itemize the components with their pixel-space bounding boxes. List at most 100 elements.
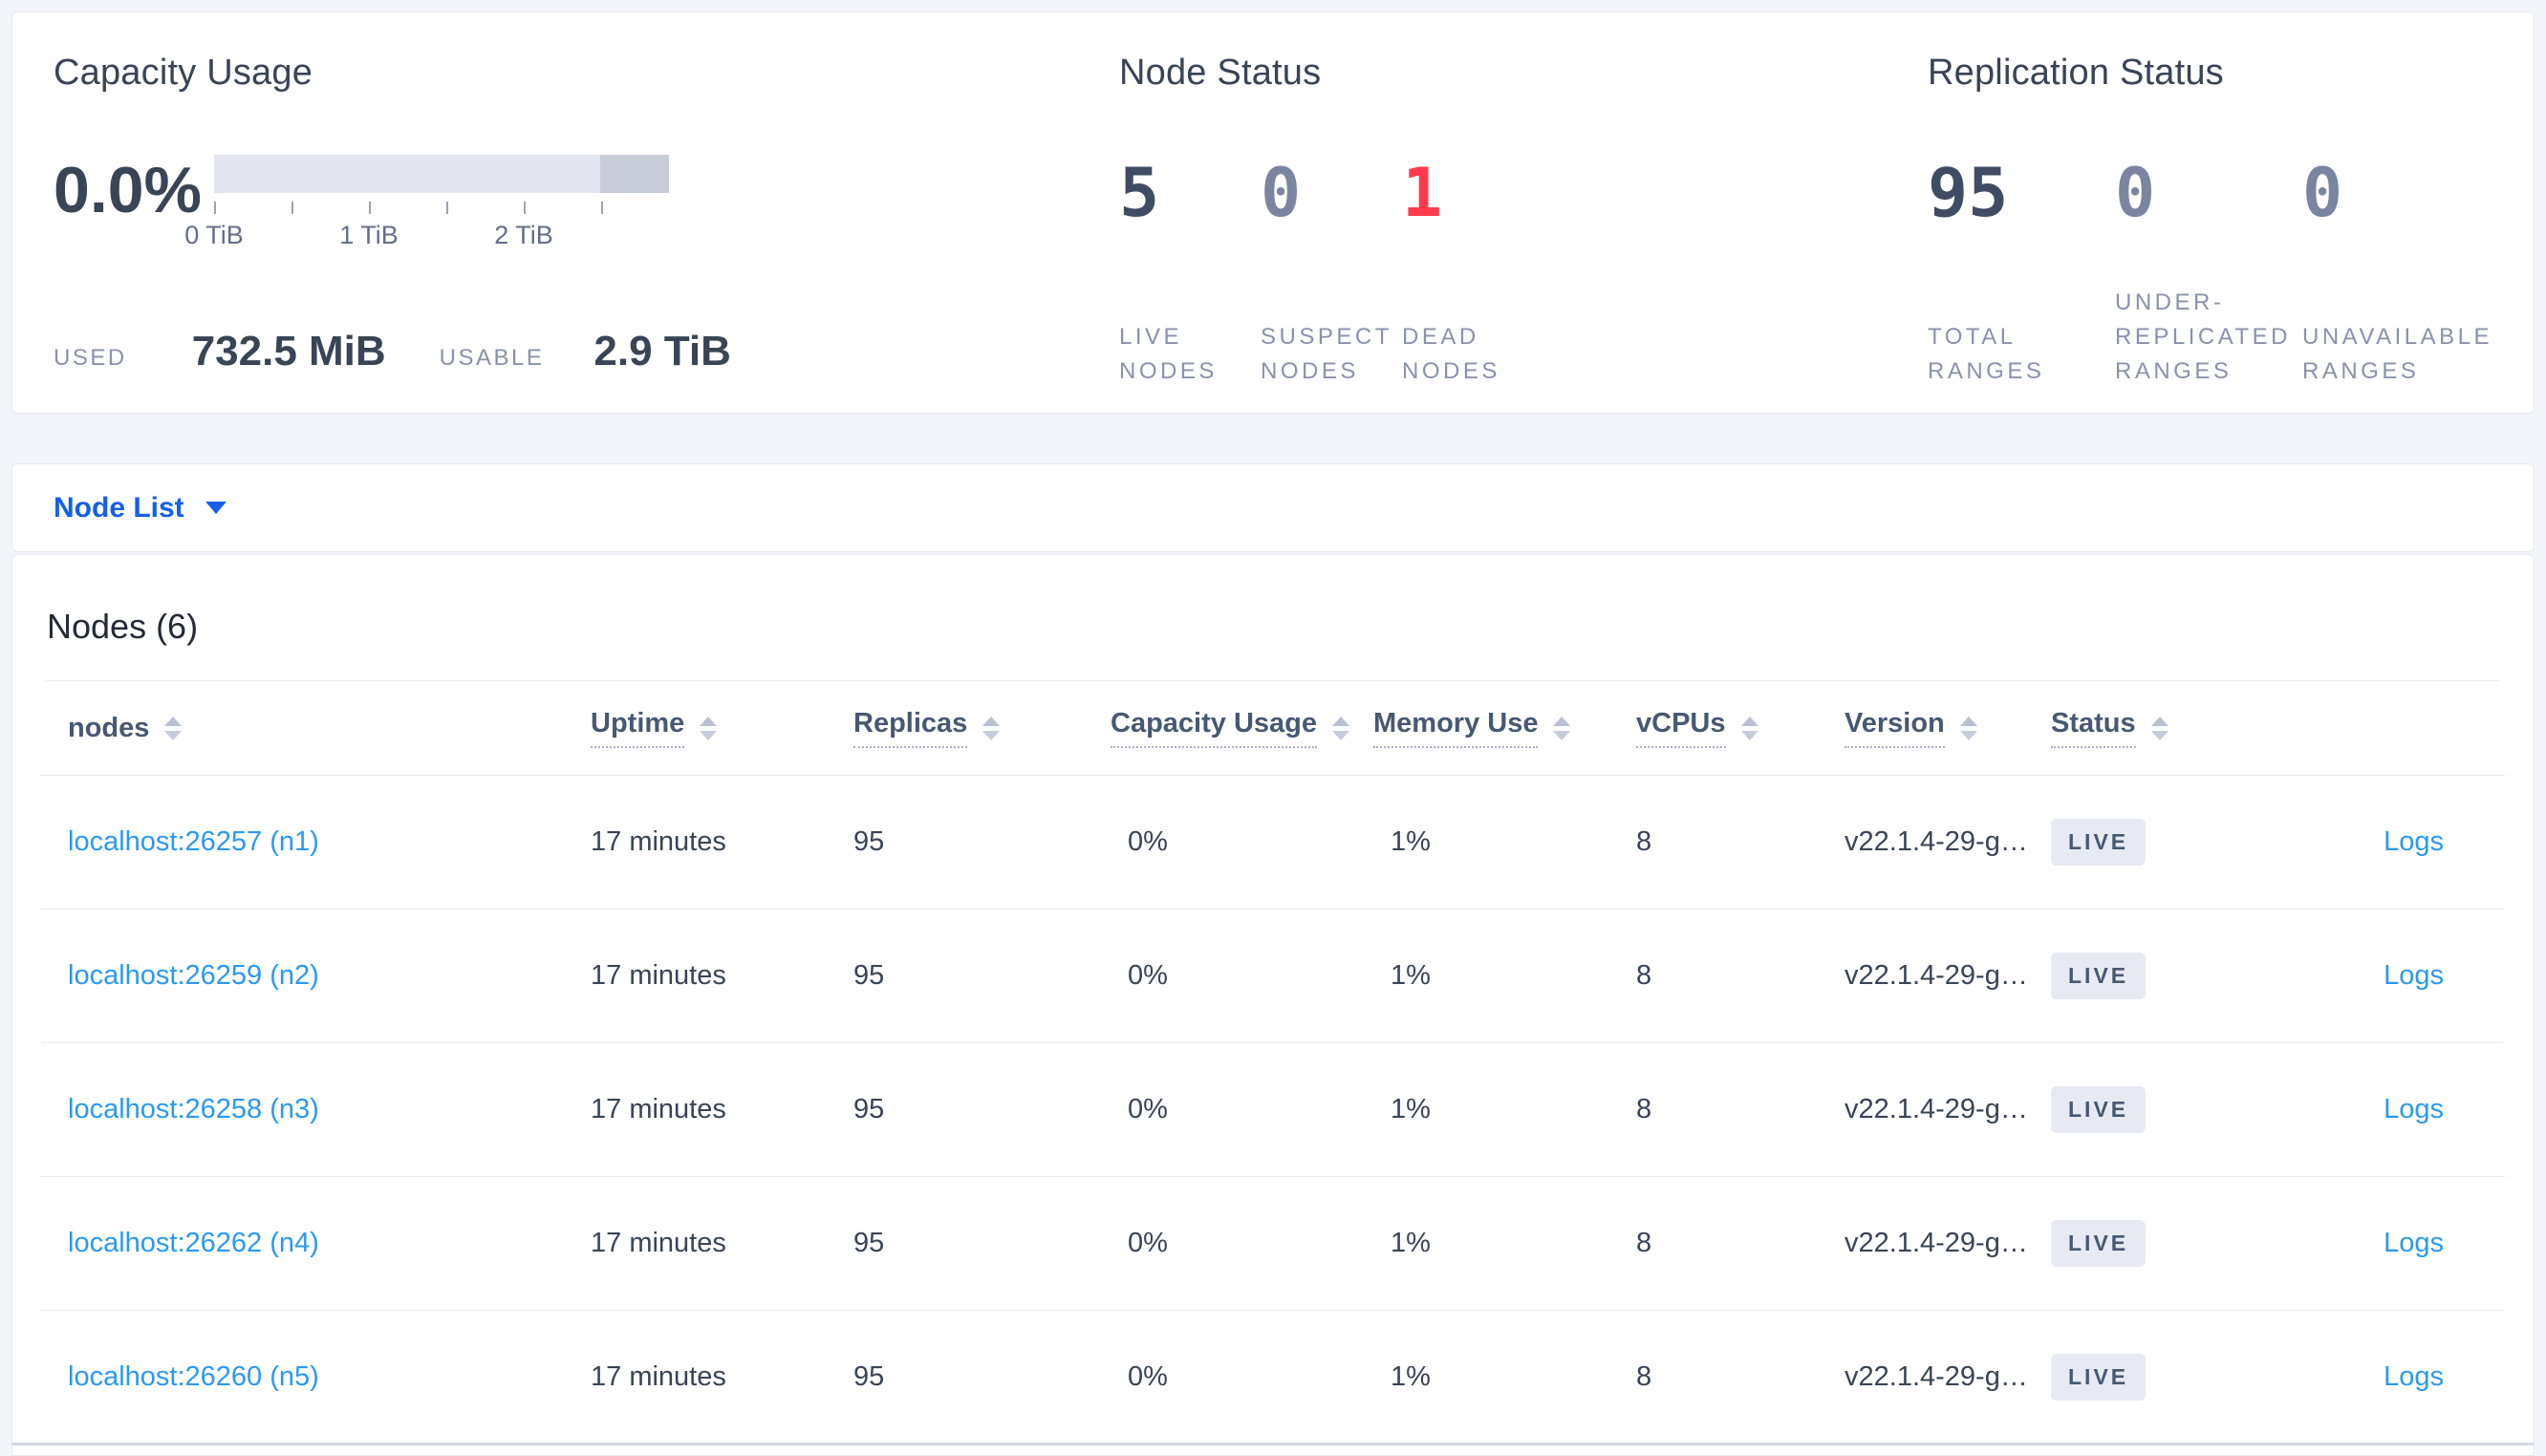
status-badge: LIVE [2051,819,2147,866]
uptime-cell: 17 minutes [591,1228,726,1258]
node-link[interactable]: localhost:26259 (n2) [68,960,319,991]
capacity-usage-cell: 0% [1128,1094,1168,1124]
nodes-table-panel: Nodes (6) nodes Uptime Replicas Capacity… [11,554,2535,1456]
axis-tick [524,202,526,214]
live-nodes-label: LIVE NODES [1119,324,1218,384]
status-badge: LIVE [2051,1354,2147,1401]
version-cell: v22.1.4-29-g… [1845,960,2028,991]
replicas-cell: 95 [853,1094,885,1124]
node-status-section: Node Status 5 0 1 LIVE NODES SUSPECT NOD… [1119,12,1922,413]
vcpus-cell: 8 [1636,960,1652,991]
version-cell: v22.1.4-29-g… [1845,1094,2028,1124]
memory-use-cell: 1% [1391,1094,1431,1124]
sort-icon[interactable] [1332,716,1349,740]
logs-link[interactable]: Logs [2384,960,2444,991]
cluster-summary-panel: Capacity Usage 0.0% 0 TiB 1 TiB 2 TiB US… [11,11,2535,414]
node-status-title: Node Status [1119,53,1322,93]
memory-use-cell: 1% [1391,1228,1431,1258]
unavailable-ranges-label: UNAVAILABLE RANGES [2302,324,2493,384]
table-row: localhost:26258 (n3) 17 minutes 95 0% 1%… [41,1043,2505,1177]
sort-icon[interactable] [700,716,718,740]
column-header-version[interactable]: Version [1845,708,1945,748]
axis-tick [369,202,371,214]
axis-tick [214,202,216,214]
uptime-cell: 17 minutes [591,1361,726,1392]
table-row: localhost:26262 (n4) 17 minutes 95 0% 1%… [41,1177,2505,1311]
logs-link[interactable]: Logs [2384,1361,2444,1392]
table-row: localhost:26257 (n1) 17 minutes 95 0% 1%… [41,776,2505,910]
replicas-cell: 95 [853,1228,885,1258]
sort-icon[interactable] [1553,716,1571,740]
table-row: localhost:26259 (n2) 17 minutes 95 0% 1%… [41,910,2505,1043]
replicas-cell: 95 [853,826,885,857]
version-cell: v22.1.4-29-g… [1845,1361,2028,1392]
version-cell: v22.1.4-29-g… [1845,1228,2028,1258]
capacity-usage-cell: 0% [1128,1228,1168,1258]
sort-icon[interactable] [1740,716,1758,740]
replication-status-section: Replication Status 95 0 0 TOTAL RANGES U… [1928,12,2539,413]
memory-use-cell: 1% [1391,1361,1431,1392]
sort-icon[interactable] [164,716,183,740]
column-header-nodes[interactable]: nodes [68,713,149,744]
status-badge: LIVE [2051,1086,2147,1133]
total-ranges-label: TOTAL RANGES [1928,324,2045,384]
under-replicated-ranges-label: UNDER-REPLICATED RANGES [2115,289,2291,384]
uptime-cell: 17 minutes [591,960,726,991]
axis-tick-label: 0 TiB [184,221,244,249]
total-ranges-count: 95 [1928,154,2009,232]
node-link[interactable]: localhost:26257 (n1) [68,826,319,857]
column-header-vcpus[interactable]: vCPUs [1636,708,1726,748]
capacity-usage-cell: 0% [1128,1361,1168,1392]
uptime-cell: 17 minutes [591,1094,726,1124]
capacity-bar-reserved-segment [600,155,669,193]
unavailable-ranges-count: 0 [2302,154,2343,232]
capacity-used-usable-row: USED 732.5 MiB USABLE 2.9 TiB [54,328,731,375]
replicas-cell: 95 [853,1361,885,1392]
capacity-usage-cell: 0% [1128,960,1168,991]
column-header-memory-use[interactable]: Memory Use [1373,708,1539,748]
replicas-cell: 95 [853,960,885,991]
used-value: 732.5 MiB [191,328,386,375]
capacity-usage-title: Capacity Usage [54,53,313,93]
capacity-bar-chart [214,155,669,193]
node-link[interactable]: localhost:26262 (n4) [68,1228,319,1258]
suspect-nodes-label: SUSPECT NODES [1261,324,1392,384]
memory-use-cell: 1% [1391,960,1431,991]
replication-status-title: Replication Status [1928,53,2224,93]
sort-icon[interactable] [1959,716,1977,740]
uptime-cell: 17 minutes [591,826,726,857]
column-header-capacity-usage[interactable]: Capacity Usage [1111,708,1317,748]
chevron-down-icon[interactable] [205,502,227,514]
axis-tick-label: 2 TiB [494,221,553,249]
nodes-section-title: Nodes (6) [47,607,199,646]
table-bottom-divider [12,1443,2534,1445]
suspect-nodes-count: 0 [1261,154,1302,232]
vcpus-cell: 8 [1636,1361,1652,1392]
logs-link[interactable]: Logs [2384,826,2444,857]
sort-icon[interactable] [982,716,1001,740]
capacity-usage-section: Capacity Usage 0.0% 0 TiB 1 TiB 2 TiB US… [54,12,1105,413]
column-header-replicas[interactable]: Replicas [853,708,968,748]
sort-icon[interactable] [2150,716,2168,740]
vcpus-cell: 8 [1636,1094,1652,1124]
vcpus-cell: 8 [1636,1228,1652,1258]
usable-value: 2.9 TiB [593,328,731,375]
status-badge: LIVE [2051,953,2147,999]
axis-tick-label: 1 TiB [339,221,399,249]
capacity-percent-value: 0.0% [54,154,202,226]
logs-link[interactable]: Logs [2384,1228,2444,1258]
column-header-status[interactable]: Status [2051,708,2136,748]
used-label: USED [54,345,127,371]
node-list-dropdown[interactable]: Node List [54,492,184,525]
logs-link[interactable]: Logs [2384,1094,2444,1124]
node-link[interactable]: localhost:26260 (n5) [68,1361,319,1392]
dead-nodes-label: DEAD NODES [1402,324,1500,384]
status-badge: LIVE [2051,1220,2147,1267]
live-nodes-count: 5 [1119,154,1160,232]
axis-tick [601,202,603,214]
column-header-uptime[interactable]: Uptime [591,708,685,748]
node-link[interactable]: localhost:26258 (n3) [68,1094,319,1124]
usable-label: USABLE [439,345,545,371]
table-row: localhost:26260 (n5) 17 minutes 95 0% 1%… [41,1311,2505,1445]
axis-tick [446,202,448,214]
